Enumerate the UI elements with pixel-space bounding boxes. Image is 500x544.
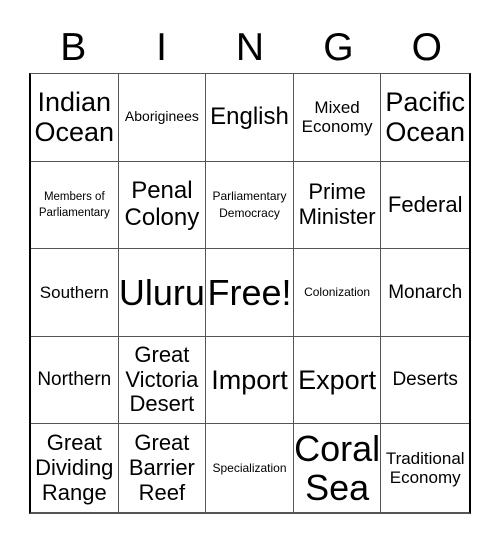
header-letter-n: N xyxy=(235,26,265,69)
bingo-header: B I N G O xyxy=(29,26,471,70)
bingo-cell: Indian Ocean xyxy=(31,74,119,162)
bingo-cell: Mixed Economy xyxy=(293,74,382,162)
bingo-cell: Great Victoria Desert xyxy=(118,336,207,425)
bingo-cell: Import xyxy=(206,336,294,425)
bingo-cell: Great Barrier Reef xyxy=(119,424,207,512)
header-letter-i: I xyxy=(156,26,168,69)
header-letter-b: B xyxy=(60,26,87,69)
bingo-cell: Colonization xyxy=(293,249,382,337)
bingo-cell: Southern xyxy=(31,249,119,337)
header-letter-g: G xyxy=(323,26,354,69)
bingo-cell: Uluru xyxy=(118,249,207,337)
bingo-cell: Pacific Ocean xyxy=(381,74,469,162)
bingo-cell: Specialization xyxy=(206,424,294,512)
bingo-grid: Indian Ocean Aboriginees English Mixed E… xyxy=(29,73,471,514)
bingo-cell: Traditional Economy xyxy=(385,449,465,488)
bingo-cell: Prime Minister xyxy=(293,161,382,250)
bingo-cell: Export xyxy=(293,336,382,425)
bingo-cell: English xyxy=(206,74,294,162)
bingo-cell: Monarch xyxy=(381,249,469,337)
free-space-cell: Free! xyxy=(206,249,294,337)
bingo-cell: Aboriginees xyxy=(118,74,207,162)
bingo-cell: Coral Sea xyxy=(294,424,382,512)
bingo-cell: Northern xyxy=(31,336,119,425)
bingo-cell: Members of Parliamentary xyxy=(31,161,119,250)
bingo-cell: Parliamentary Democracy xyxy=(206,161,294,250)
bingo-cell: Federal xyxy=(381,162,469,250)
bingo-cell: Great Dividing Range xyxy=(31,424,119,512)
header-letter-o: O xyxy=(411,26,442,69)
bingo-cell: Penal Colony xyxy=(118,161,207,250)
bingo-cell: Deserts xyxy=(381,337,469,425)
